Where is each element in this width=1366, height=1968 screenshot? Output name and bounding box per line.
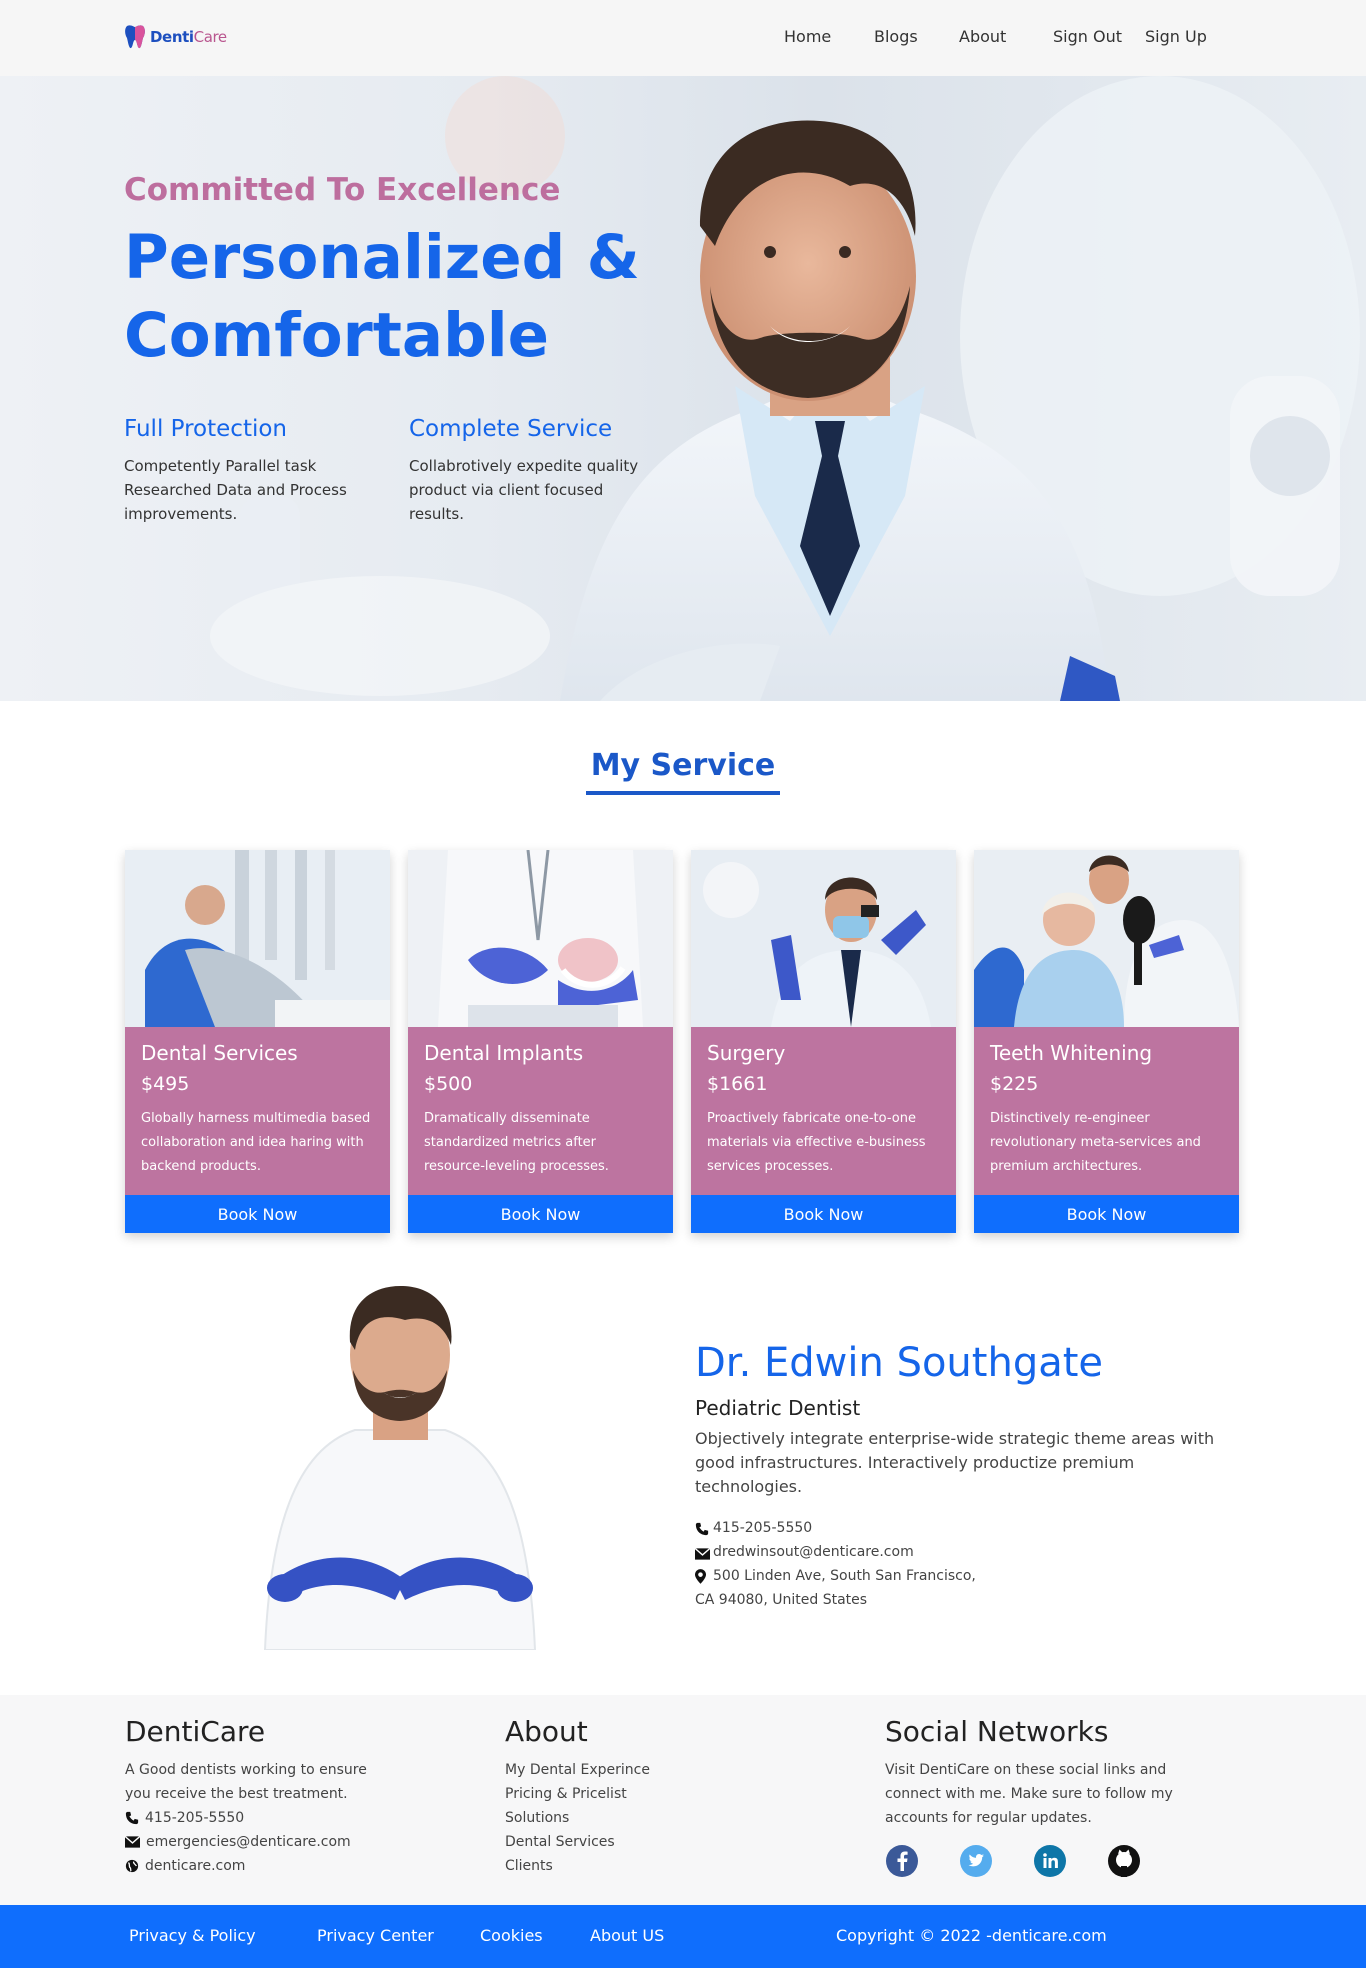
feature-text: Collabrotively expedite quality product … [409,457,639,523]
book-now-button[interactable]: Book Now [408,1195,673,1233]
footer-about-title: About [505,1715,588,1748]
footer-social-title: Social Networks [885,1715,1109,1748]
footer-link-dental-experience[interactable]: My Dental Experince [505,1758,795,1782]
footer-link-solutions[interactable]: Solutions [505,1806,795,1830]
bottom-bar: Privacy & Policy Privacy Center Cookies … [0,1905,1366,1968]
facebook-icon[interactable] [885,1844,919,1878]
service-title: Surgery [707,1041,786,1065]
service-title: Dental Implants [424,1041,584,1065]
service-price: $500 [424,1073,473,1095]
service-image [691,850,956,1027]
nav-blogs[interactable]: Blogs [874,27,918,46]
services-heading: My Service [0,748,1366,795]
service-price: $225 [990,1073,1039,1095]
footer-link-clients[interactable]: Clients [505,1854,795,1878]
doctor-address-line2: CA 94080, United States [695,1592,868,1608]
phone-icon [125,1811,139,1825]
service-card: Dental Implants $500 Dramatically dissem… [408,850,673,1233]
service-description: Distinctively re-engineer revolutionary … [990,1111,1201,1174]
doctor-portrait [263,1285,537,1650]
feature-full-protection: Full Protection Competently Parallel tas… [124,416,374,526]
navbar: DentiCare Home Blogs About Sign Out Sign… [0,0,1366,76]
footer-brand-title: DentiCare [125,1715,266,1748]
footer-website[interactable]: denticare.com [125,1854,415,1878]
envelope-icon [125,1836,140,1848]
feature-complete-service: Complete Service Collabrotively expedite… [409,416,659,526]
cookies-link[interactable]: Cookies [480,1926,543,1945]
footer-phone: 415-205-5550 [125,1806,415,1830]
service-card-body: Dental Implants $500 Dramatically dissem… [408,1027,673,1195]
nav-sign-up[interactable]: Sign Up [1145,27,1207,46]
twitter-icon[interactable] [959,1844,993,1878]
linkedin-icon[interactable] [1033,1844,1067,1878]
brand-name: DentiCare [150,28,227,46]
github-icon[interactable] [1107,1844,1141,1878]
hero-doctor-image [210,76,1360,701]
nav-about[interactable]: About [959,27,1006,46]
brand-logo[interactable]: DentiCare [124,24,227,50]
footer: DentiCare A Good dentists working to ens… [0,1695,1366,1905]
doctor-description: Objectively integrate enterprise-wide st… [695,1429,1215,1496]
privacy-center-link[interactable]: Privacy Center [317,1926,434,1945]
footer-link-dental-services[interactable]: Dental Services [505,1830,795,1854]
about-us-link[interactable]: About US [590,1926,664,1945]
service-image [125,850,390,1027]
book-now-button[interactable]: Book Now [974,1195,1239,1233]
service-card: Surgery $1661 Proactively fabricate one-… [691,850,956,1233]
tooth-icon [125,25,145,49]
service-description: Globally harness multimedia based collab… [141,1111,371,1174]
service-image [974,850,1239,1027]
book-now-button[interactable]: Book Now [691,1195,956,1233]
hero-eyebrow: Committed To Excellence [124,172,561,208]
service-description: Dramatically disseminate standardized me… [424,1111,609,1174]
footer-email[interactable]: emergencies@denticare.com [125,1830,415,1854]
footer-brand-column: DentiCare A Good dentists working to ens… [125,1715,415,1878]
book-now-button[interactable]: Book Now [125,1195,390,1233]
hero-section: Committed To Excellence Personalized & C… [0,76,1366,701]
service-title: Teeth Whitening [990,1041,1153,1065]
doctor-name: Dr. Edwin Southgate [695,1340,1104,1386]
service-image [408,850,673,1027]
feature-title: Complete Service [409,416,613,442]
service-description: Proactively fabricate one-to-one materia… [707,1111,926,1174]
feature-text: Competently Parallel task Researched Dat… [124,457,347,523]
footer-about-column: About My Dental Experince Pricing & Pric… [505,1715,795,1878]
service-title: Dental Services [141,1041,298,1065]
services-title: My Service [585,748,781,795]
feature-title: Full Protection [124,416,287,442]
privacy-policy-link[interactable]: Privacy & Policy [129,1926,256,1945]
service-card: Teeth Whitening $225 Distinctively re-en… [974,850,1239,1233]
service-card-body: Teeth Whitening $225 Distinctively re-en… [974,1027,1239,1195]
social-links [885,1844,1175,1878]
footer-link-pricing[interactable]: Pricing & Pricelist [505,1782,795,1806]
service-price: $495 [141,1073,190,1095]
doctor-title: Pediatric Dentist [695,1396,861,1420]
globe-icon [125,1859,139,1873]
doctor-address-line2-row: CA 94080, United States [695,1588,867,1612]
service-price: $1661 [707,1073,768,1095]
copyright-text: Copyright © 2022 -denticare.com [836,1926,1107,1945]
service-card-body: Dental Services $495 Globally harness mu… [125,1027,390,1195]
service-card: Dental Services $495 Globally harness mu… [125,850,390,1233]
footer-brand-text: A Good dentists working to ensure you re… [125,1762,367,1802]
footer-social-column: Social Networks Visit DentiCare on these… [885,1715,1175,1878]
footer-social-text: Visit DentiCare on these social links an… [885,1762,1173,1826]
nav-sign-out[interactable]: Sign Out [1053,27,1122,46]
service-card-body: Surgery $1661 Proactively fabricate one-… [691,1027,956,1195]
nav-home[interactable]: Home [784,27,831,46]
hero-headline: Personalized & Comfortable [124,222,640,371]
